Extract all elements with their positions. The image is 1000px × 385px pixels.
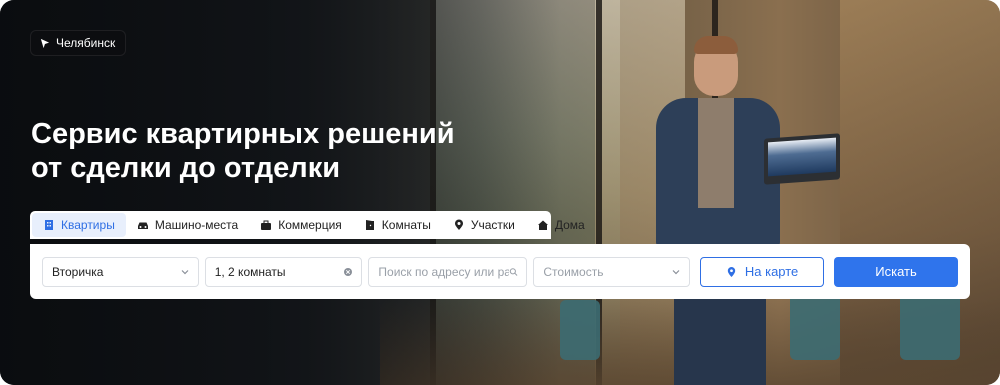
car-icon <box>137 222 148 229</box>
tab-label: Дома <box>554 218 585 232</box>
address-search-input[interactable]: Поиск по адресу или ра... <box>368 256 528 287</box>
price-select[interactable]: Стоимость <box>533 256 691 287</box>
tab-apartments[interactable]: Квартиры <box>32 213 126 237</box>
rooms-value: 1, 2 комнаты <box>214 264 286 279</box>
price-placeholder: Стоимость <box>543 264 604 279</box>
tab-label: Коммерция <box>278 218 342 232</box>
show-on-map-button[interactable]: На карте <box>700 256 825 287</box>
tab-plots[interactable]: Участки <box>442 213 526 237</box>
tab-label: Комнаты <box>381 218 431 232</box>
briefcase-icon <box>261 220 272 230</box>
tab-rooms[interactable]: Комнаты <box>353 213 442 237</box>
chair-shape <box>560 300 600 360</box>
search-panel: Вторичка 1, 2 комнаты Поиск по адресу ил… <box>30 244 970 299</box>
tab-label: Квартиры <box>61 218 115 232</box>
map-button-label: На карте <box>744 264 799 279</box>
title-line-1: Сервис квартирных решений <box>31 118 455 150</box>
tab-label: Участки <box>470 218 515 232</box>
tab-parking[interactable]: Машино-места <box>126 213 249 237</box>
chevron-down-icon <box>181 269 189 274</box>
title-line-2: от сделки до отделки <box>31 152 341 184</box>
search-button[interactable]: Искать <box>834 256 958 287</box>
map-pin-icon <box>727 266 736 277</box>
left-shade-overlay <box>0 0 560 385</box>
search-icon <box>509 267 518 276</box>
building-icon <box>45 220 53 230</box>
address-placeholder: Поиск по адресу или ра... <box>378 264 510 279</box>
property-type-tabs: Квартиры Машино-места Коммерция Комнаты <box>30 211 585 239</box>
city-selector[interactable]: Челябинск <box>30 30 127 56</box>
market-type-select[interactable]: Вторичка <box>42 256 199 287</box>
tab-label: Машино-места <box>154 218 239 232</box>
search-button-label: Искать <box>875 264 917 279</box>
door-icon <box>365 220 374 230</box>
hero-banner: Челябинск Сервис квартирных решений от с… <box>0 0 1000 385</box>
market-type-value: Вторичка <box>52 264 104 279</box>
city-label: Челябинск <box>56 36 116 50</box>
tab-commercial[interactable]: Коммерция <box>249 213 353 237</box>
cursor-arrow-icon <box>40 38 50 48</box>
clear-icon[interactable] <box>343 267 353 277</box>
page-title: Сервис квартирных решений от сделки до о… <box>31 117 511 185</box>
house-icon <box>537 220 548 230</box>
rooms-select[interactable]: 1, 2 комнаты <box>204 256 363 287</box>
chevron-down-icon <box>672 269 680 274</box>
person-photo <box>640 36 840 385</box>
tab-houses[interactable]: Дома <box>526 213 596 237</box>
map-pin-icon <box>454 219 463 230</box>
